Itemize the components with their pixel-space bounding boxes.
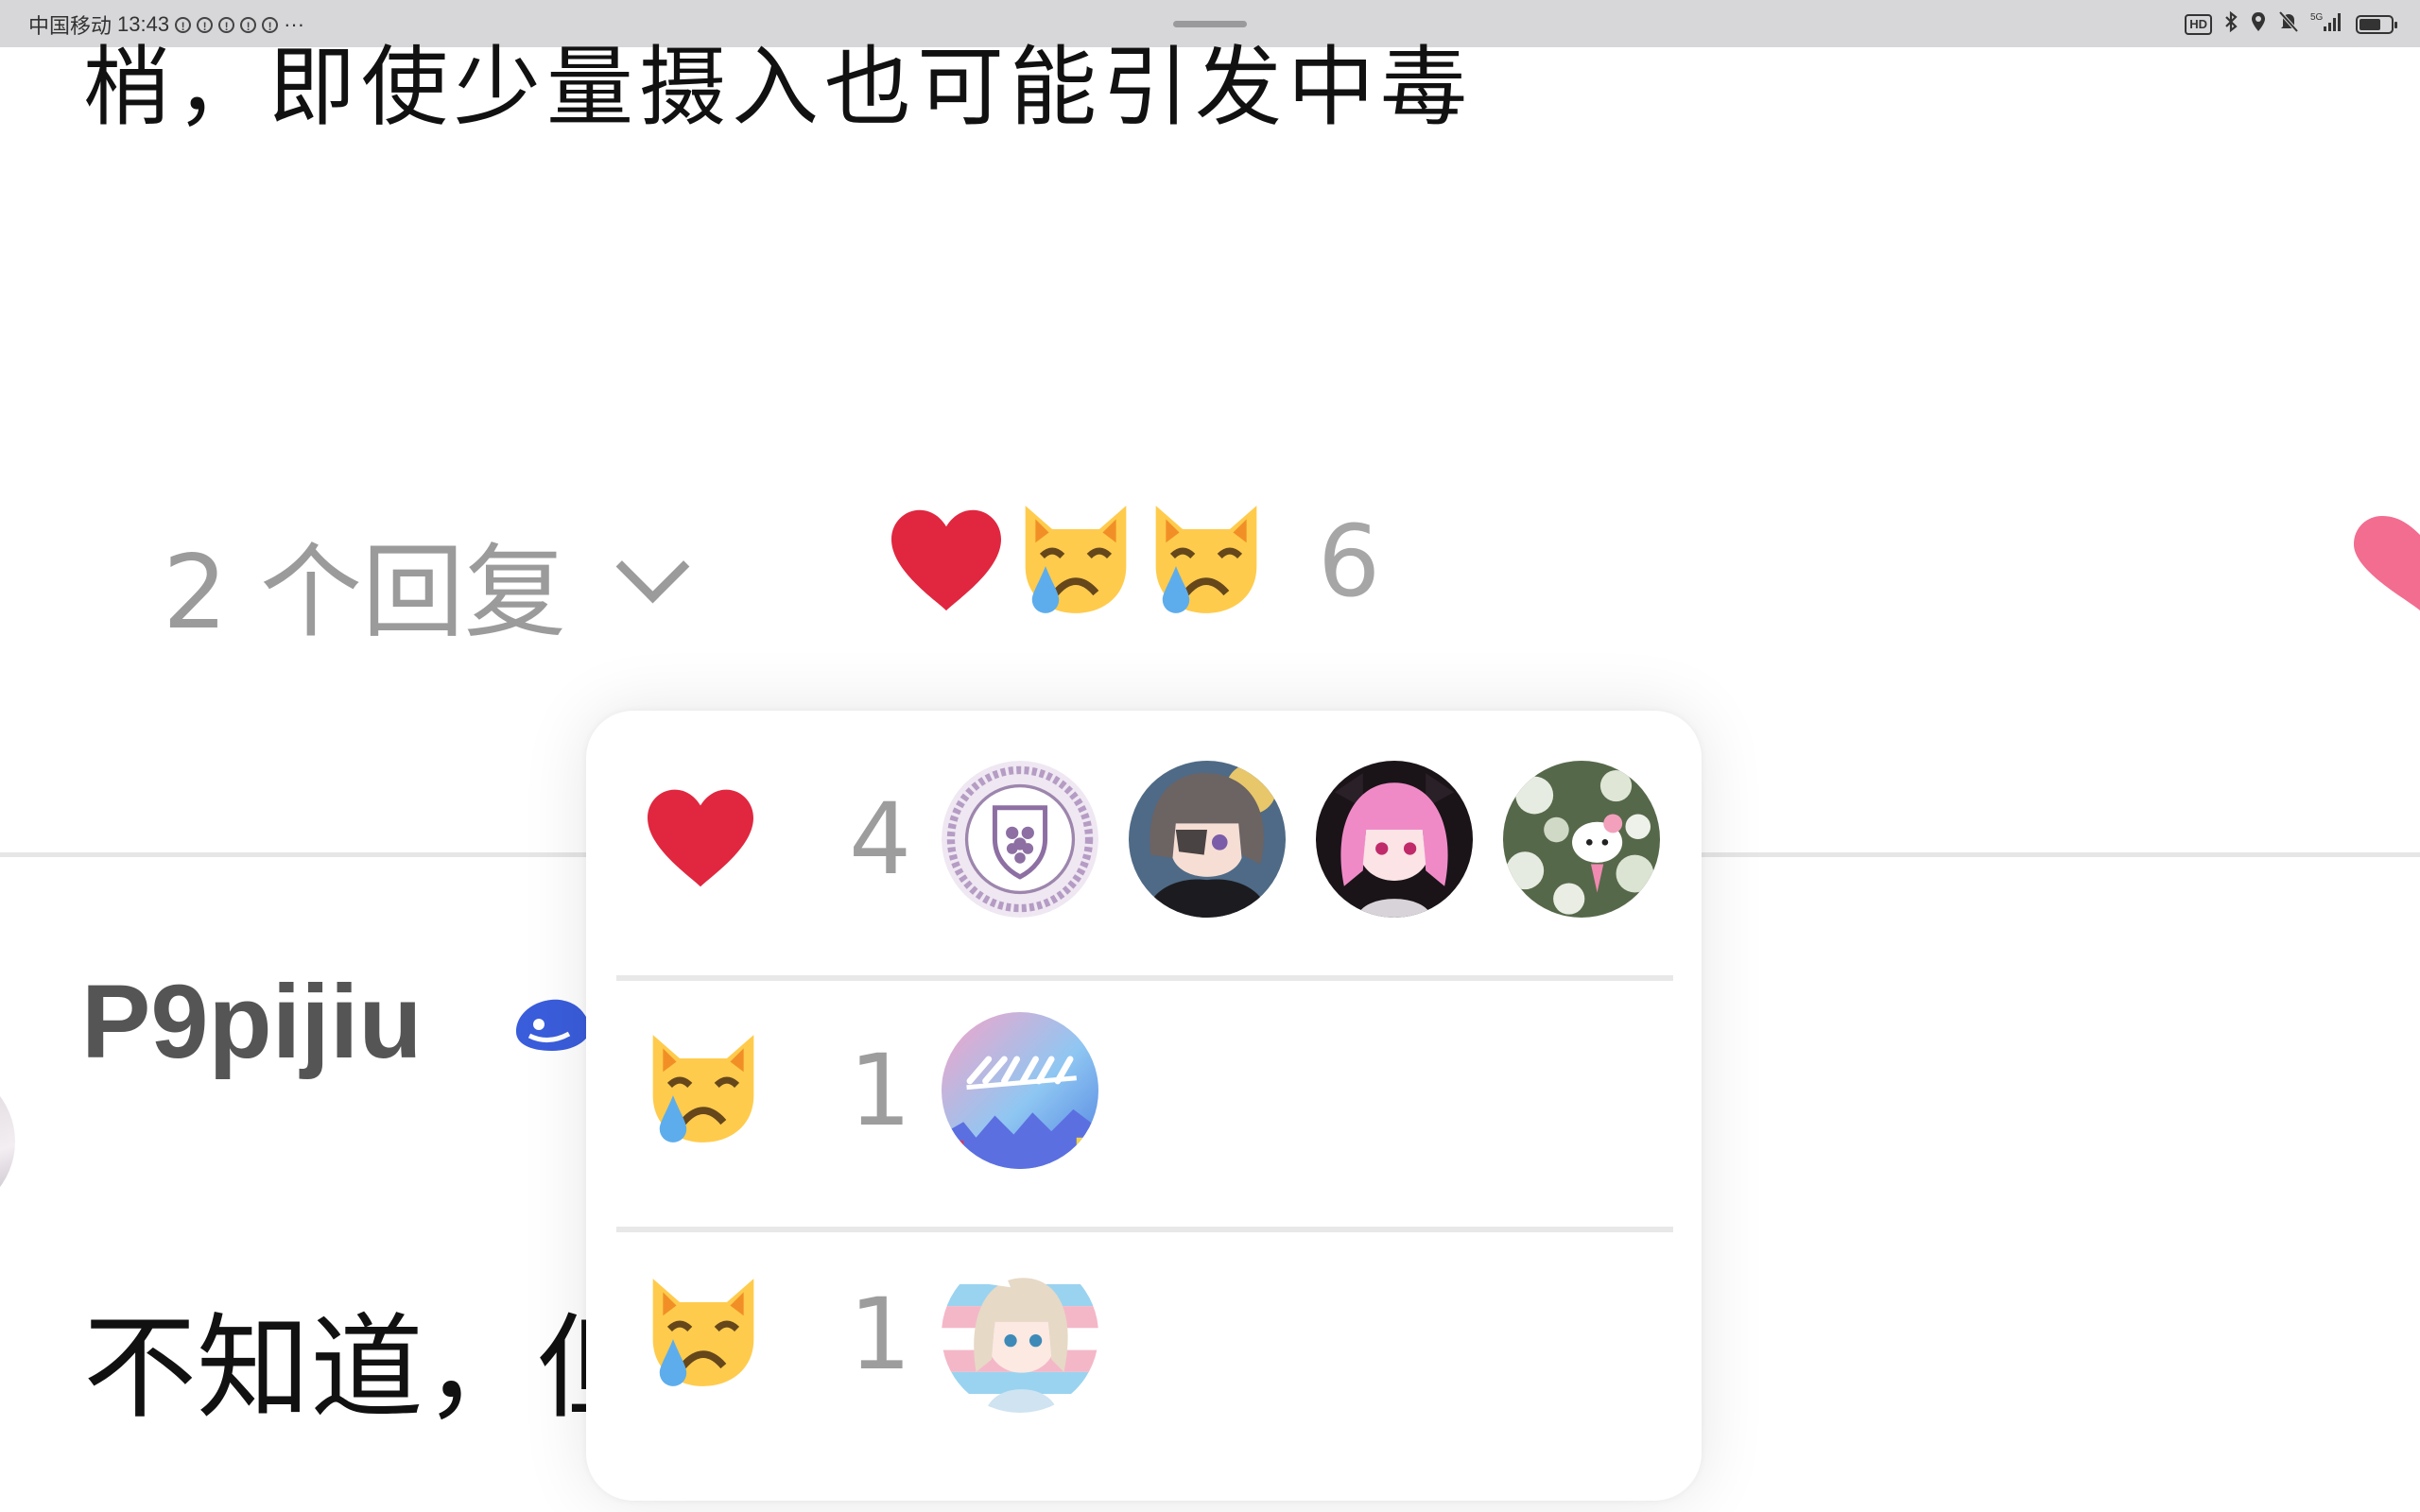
battery-icon — [2356, 15, 2397, 34]
red-heart-icon — [643, 784, 758, 894]
like-button[interactable] — [2350, 510, 2420, 620]
hd-icon: HD — [2185, 14, 2212, 35]
replies-label: 2 个回复 — [163, 534, 567, 652]
red-heart-icon — [887, 505, 1006, 617]
status-right: HD 5G — [2185, 10, 2397, 39]
crying-cat-icon — [643, 1028, 764, 1153]
reactor-avatars — [942, 1012, 1098, 1169]
mute-bell-icon — [2278, 10, 2299, 39]
reaction-detail-popup: 4 1 1 — [586, 711, 1702, 1501]
avatar[interactable] — [942, 1256, 1098, 1413]
avatar[interactable] — [0, 1066, 15, 1217]
heart-icon — [2354, 516, 2420, 610]
comment-text-partial: 不知道，但 — [83, 1303, 650, 1435]
avatar[interactable] — [942, 1012, 1098, 1169]
reaction-total-count: 6 — [1318, 503, 1381, 619]
signal-icon: 5G — [2310, 10, 2344, 39]
reaction-count: 1 — [849, 1277, 912, 1392]
crying-cat-icon — [643, 1272, 764, 1397]
avatar[interactable] — [1316, 761, 1473, 918]
avatar[interactable] — [1129, 761, 1286, 918]
crying-cat-icon — [1015, 499, 1136, 623]
reaction-row[interactable]: 1 — [586, 977, 1702, 1204]
reaction-row[interactable]: 4 — [586, 726, 1702, 953]
avatar[interactable] — [942, 761, 1098, 918]
avatar[interactable] — [1503, 761, 1660, 918]
reaction-count: 4 — [849, 782, 912, 897]
chevron-down-icon — [615, 529, 690, 603]
reaction-row[interactable]: 1 — [586, 1221, 1702, 1448]
reaction-count: 1 — [849, 1033, 912, 1148]
replies-toggle[interactable]: 2 个回复 — [163, 510, 690, 658]
reaction-summary[interactable]: 6 — [887, 499, 1380, 623]
whale-badge-icon — [510, 988, 596, 1058]
comment-text-partial: 梢，即使少量摄入也可能引发中毒 — [83, 37, 1474, 138]
svg-text:5G: 5G — [2310, 12, 2324, 23]
crying-cat-icon — [1146, 499, 1267, 623]
comment-username[interactable]: P9pijiu — [81, 962, 423, 1082]
reactor-avatars — [942, 1256, 1098, 1413]
location-icon — [2250, 10, 2267, 39]
reactor-avatars — [942, 761, 1660, 918]
bluetooth-icon — [2223, 10, 2238, 39]
